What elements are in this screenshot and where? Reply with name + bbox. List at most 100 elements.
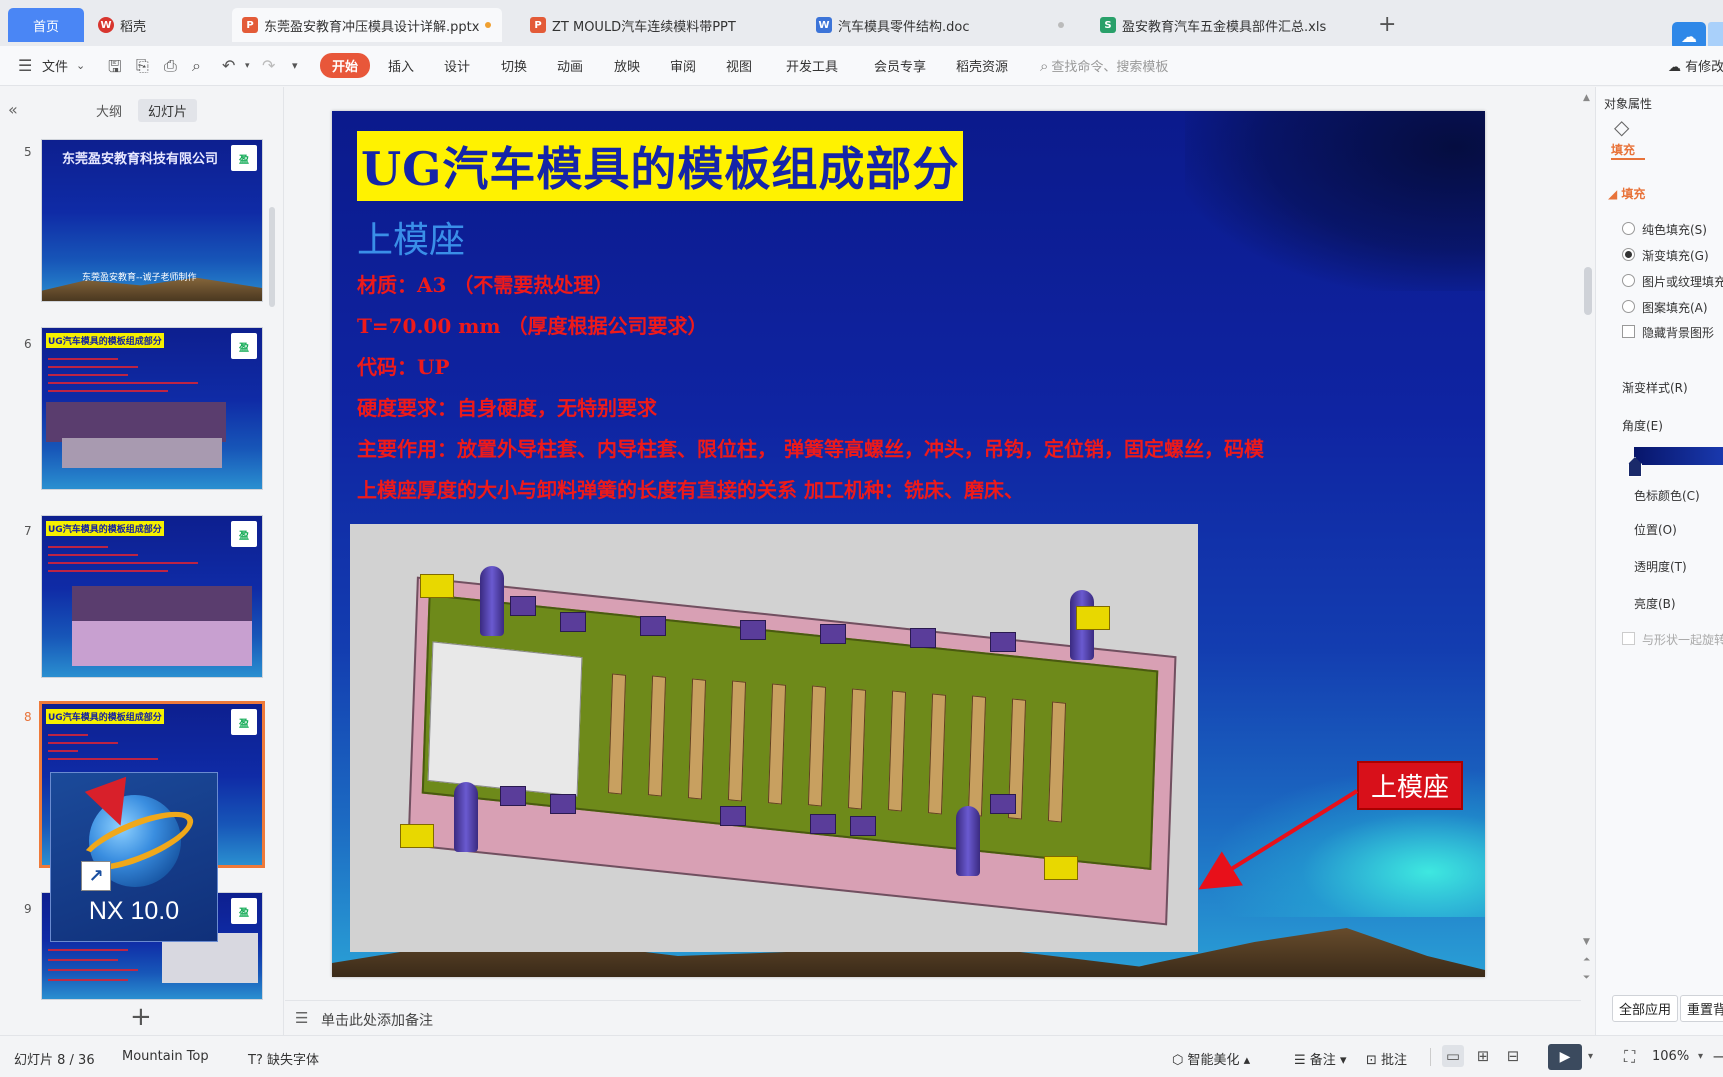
tab-slideshow[interactable]: 放映 <box>614 56 640 75</box>
print-preview-icon[interactable]: ⌕ <box>192 56 201 76</box>
tab-slides[interactable]: 幻灯片 <box>138 99 198 122</box>
radio-picture-fill[interactable] <box>1622 274 1635 287</box>
tab-label: 稻壳 <box>120 19 147 35</box>
transparency-label[interactable]: 透明度(T) <box>1634 558 1687 575</box>
smart-beautify-button[interactable]: ⬡ 智能美化 ▴ <box>1172 1049 1250 1068</box>
fill-section-header[interactable]: ◢ 填充 <box>1608 185 1645 202</box>
tab-review[interactable]: 审阅 <box>670 56 696 75</box>
scroll-up-icon[interactable]: ▲ <box>1583 93 1590 103</box>
collapse-panel-icon[interactable]: « <box>8 100 18 119</box>
tab-daoke-resources[interactable]: 稻壳资源 <box>956 56 1008 75</box>
wps-logo-icon: W <box>98 17 114 33</box>
tab-transition[interactable]: 切换 <box>501 56 527 75</box>
slide-subtitle[interactable]: 上模座 <box>357 211 465 263</box>
new-tab-plus-icon[interactable]: + <box>1378 12 1396 37</box>
nx-desktop-shortcut[interactable]: ↗ NX 10.0 <box>50 772 218 942</box>
undo-dropdown-icon[interactable]: ▾ <box>245 61 250 71</box>
prev-slide-icon[interactable]: ⏶ <box>1583 955 1590 965</box>
reset-bg-button[interactable]: 重置背景 <box>1680 995 1723 1022</box>
tab-pptx-active[interactable]: P 东莞盈安教育冲压模具设计详解.pptx <box>232 8 502 42</box>
radio-gradient-fill[interactable] <box>1622 248 1635 261</box>
rotate-with-shape-checkbox[interactable] <box>1622 632 1635 645</box>
slide-thumbnail-5[interactable]: 东莞盈安教育科技有限公司 盈 东莞盈安教育--诚子老师制作 <box>41 139 263 302</box>
apply-all-button[interactable]: 全部应用 <box>1612 995 1679 1022</box>
tab-daoke[interactable]: W 稻壳 <box>88 8 208 42</box>
radio-solid-fill[interactable] <box>1622 222 1635 235</box>
tab-zt-mould[interactable]: P ZT MOULD汽车连续模料带PPT <box>520 8 790 42</box>
radio-pattern-fill[interactable] <box>1622 300 1635 313</box>
file-menu[interactable]: 文件 <box>42 56 68 75</box>
spring-block <box>990 632 1016 652</box>
zoom-level[interactable]: 106% <box>1652 1049 1689 1064</box>
zoom-dropdown-icon[interactable]: ▾ <box>1698 1051 1703 1062</box>
chevron-down-icon[interactable]: ⌄ <box>76 59 85 72</box>
gradient-bar[interactable] <box>1634 447 1723 465</box>
chevron-down-icon: ▾ <box>1339 1053 1347 1068</box>
tab-outline[interactable]: 大纲 <box>86 99 132 122</box>
command-search[interactable]: ⌕ 查找命令、搜索模板 <box>1040 56 1168 76</box>
tab-view[interactable]: 视图 <box>726 56 752 75</box>
modify-status[interactable]: ☁ 有修改 <box>1668 56 1723 75</box>
hide-bg-checkbox[interactable] <box>1622 325 1635 338</box>
gradient-style-label[interactable]: 渐变样式(R) <box>1622 379 1688 396</box>
slide-title[interactable]: UG汽车模具的模板组成部分 <box>357 131 964 201</box>
callout-label[interactable]: 上模座 <box>1357 761 1464 810</box>
scroll-thumb[interactable] <box>1584 267 1592 315</box>
angle-label[interactable]: 角度(E) <box>1622 417 1663 434</box>
company-logo-icon: 盈 <box>231 898 257 924</box>
fill-tab[interactable]: 填充 <box>1611 141 1635 158</box>
notes-bar[interactable]: ☰ 单击此处添加备注 <box>285 1000 1581 1035</box>
spring-block <box>640 616 666 636</box>
slide-text-hardness[interactable]: 硬度要求：自身硬度，无特别要求 <box>357 392 657 421</box>
hamburger-menu-icon[interactable]: ☰ <box>18 56 32 75</box>
theme-name[interactable]: Mountain Top <box>122 1049 209 1064</box>
play-dropdown-icon[interactable]: ▾ <box>1588 1051 1593 1062</box>
reading-view-icon[interactable]: ⊟ <box>1502 1045 1524 1067</box>
undo-icon[interactable]: ↶ <box>222 56 235 75</box>
thumb-mold-base <box>62 438 222 468</box>
zoom-out-icon[interactable]: − <box>1712 1047 1723 1066</box>
missing-font-indicator[interactable]: T? 缺失字体 <box>248 1049 319 1068</box>
notes-toggle-button[interactable]: ☰ 备注 ▾ <box>1294 1049 1346 1068</box>
tab-animation[interactable]: 动画 <box>557 56 583 75</box>
slide-text-thickness[interactable]: T=70.00 mm （厚度根据公司要求） <box>357 310 708 339</box>
tab-member[interactable]: 会员专享 <box>874 56 926 75</box>
tab-xls[interactable]: S 盈安教育汽车五金模具部件汇总.xls <box>1090 8 1370 42</box>
next-slide-icon[interactable]: ⏷ <box>1583 973 1590 983</box>
fit-window-icon[interactable]: ⛶ <box>1624 1047 1635 1067</box>
slide-text-material[interactable]: 材质：A3 （不需要热处理） <box>357 269 613 298</box>
slide-thumbnail-7[interactable]: UG汽车模具的模板组成部分 盈 <box>41 515 263 678</box>
thumbnail-scrollbar[interactable] <box>269 207 275 307</box>
slide-text-code[interactable]: 代码：UP <box>357 351 449 380</box>
fill-bucket-icon[interactable]: ◇ <box>1614 115 1629 139</box>
slide-canvas[interactable]: UG汽车模具的模板组成部分 上模座 材质：A3 （不需要热处理） T=70.00… <box>332 111 1485 977</box>
stop-color-label[interactable]: 色标颜色(C) <box>1634 487 1700 504</box>
panel-header[interactable]: 对象属性 <box>1604 95 1652 112</box>
tab-developer[interactable]: 开发工具 <box>786 56 838 75</box>
slide-text-function[interactable]: 主要作用：放置外导柱套、内导柱套、限位柱， 弹簧等高螺丝，冲头，吊钩，定位销，固… <box>357 433 1264 462</box>
add-slide-plus-icon[interactable]: + <box>130 1002 152 1032</box>
tab-insert[interactable]: 插入 <box>388 56 414 75</box>
canvas-scrollbar[interactable]: ▲ ▼ ⏶ ⏷ <box>1581 87 1595 1000</box>
brightness-label[interactable]: 亮度(B) <box>1634 595 1676 612</box>
export-pdf-icon[interactable]: ⎘ <box>136 56 149 76</box>
mold-assembly-image[interactable] <box>350 524 1198 952</box>
redo-icon[interactable]: ↷ <box>262 56 275 75</box>
tab-home[interactable]: 首页 <box>8 8 84 42</box>
tab-start[interactable]: 开始 <box>320 53 371 78</box>
position-label[interactable]: 位置(O) <box>1634 521 1677 538</box>
slide-text-relation[interactable]: 上模座厚度的大小与卸料弹簧的长度有直接的关系 加工机种：铣床、磨床、 <box>357 474 1024 503</box>
comments-button[interactable]: ⊡ 批注 <box>1366 1049 1407 1068</box>
normal-view-icon[interactable]: ▭ <box>1442 1045 1464 1067</box>
save-icon[interactable]: 🖫 <box>108 56 122 83</box>
tab-design[interactable]: 设计 <box>444 56 470 75</box>
spring-block <box>560 612 586 632</box>
scroll-down-icon[interactable]: ▼ <box>1583 937 1590 947</box>
slide-thumbnail-6[interactable]: UG汽车模具的模板组成部分 盈 <box>41 327 263 490</box>
notes-placeholder[interactable]: 单击此处添加备注 <box>321 1010 433 1030</box>
customize-dropdown-icon[interactable]: ▾ <box>292 59 298 72</box>
tab-doc[interactable]: W 汽车模具零件结构.doc <box>806 8 1074 42</box>
slide-sorter-icon[interactable]: ⊞ <box>1472 1045 1494 1067</box>
print-icon[interactable]: ⎙ <box>164 56 177 76</box>
play-slideshow-button[interactable]: ▶ <box>1548 1044 1582 1070</box>
